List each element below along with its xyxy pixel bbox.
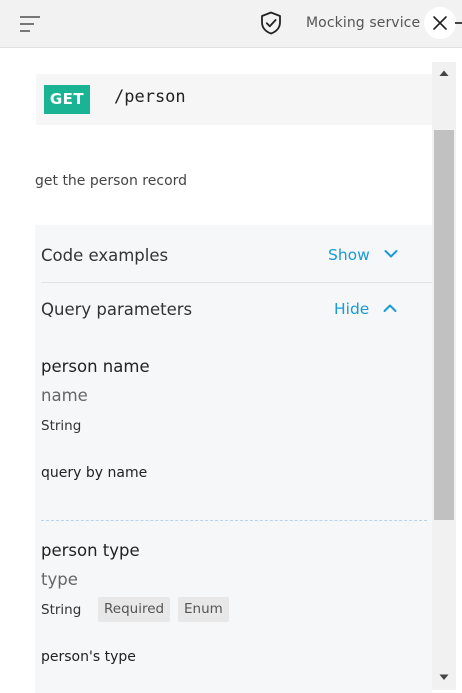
- show-toggle-label: Show: [328, 246, 370, 264]
- close-button[interactable]: [424, 7, 456, 39]
- parameter-display-name: person name: [41, 357, 150, 376]
- required-tag: Required: [98, 597, 171, 622]
- hamburger-menu-icon[interactable]: [20, 14, 42, 34]
- top-bar: Mocking service: [0, 0, 462, 48]
- close-icon: [433, 16, 447, 30]
- query-parameters-title: Query parameters: [41, 300, 193, 319]
- endpoint-description: get the person record: [35, 173, 188, 189]
- code-examples-show-toggle[interactable]: Show: [328, 246, 398, 264]
- triangle-down-icon: [439, 674, 449, 680]
- shield-check-icon: [260, 11, 282, 35]
- endpoint-bar: GET /person: [36, 74, 432, 125]
- operation-details: GET /person get the person record Code e…: [8, 49, 432, 693]
- parameter-name: name: [41, 386, 88, 405]
- code-examples-section: Code examples Show: [35, 229, 432, 283]
- parameter-description: person's type: [41, 649, 136, 665]
- parameter-type: String: [41, 602, 82, 618]
- chevron-up-icon: [383, 304, 397, 312]
- parameter-type: String: [41, 418, 82, 434]
- parameter-name: type: [41, 570, 78, 589]
- collapse-edge-icon: [455, 22, 462, 24]
- triangle-up-icon: [439, 70, 449, 76]
- mocking-service-label: Mocking service: [306, 15, 421, 31]
- scroll-down-button[interactable]: [432, 666, 456, 688]
- query-parameters-hide-toggle[interactable]: Hide: [334, 300, 397, 318]
- vertical-scrollbar[interactable]: [432, 62, 456, 690]
- code-examples-title: Code examples: [41, 246, 169, 265]
- http-method-badge: GET: [44, 85, 90, 114]
- endpoint-path: /person: [114, 87, 186, 107]
- scroll-up-button[interactable]: [432, 62, 456, 84]
- scrollbar-thumb[interactable]: [434, 130, 454, 520]
- parameter-divider: [41, 520, 427, 521]
- chevron-down-icon: [384, 250, 398, 258]
- hide-toggle-label: Hide: [334, 300, 370, 318]
- parameter-display-name: person type: [41, 541, 140, 560]
- query-parameters-section: Query parameters Hide: [35, 283, 432, 337]
- details-panel: Code examples Show Query parameters Hide…: [35, 225, 432, 693]
- enum-tag: Enum: [178, 597, 229, 622]
- parameter-description: query by name: [41, 465, 148, 481]
